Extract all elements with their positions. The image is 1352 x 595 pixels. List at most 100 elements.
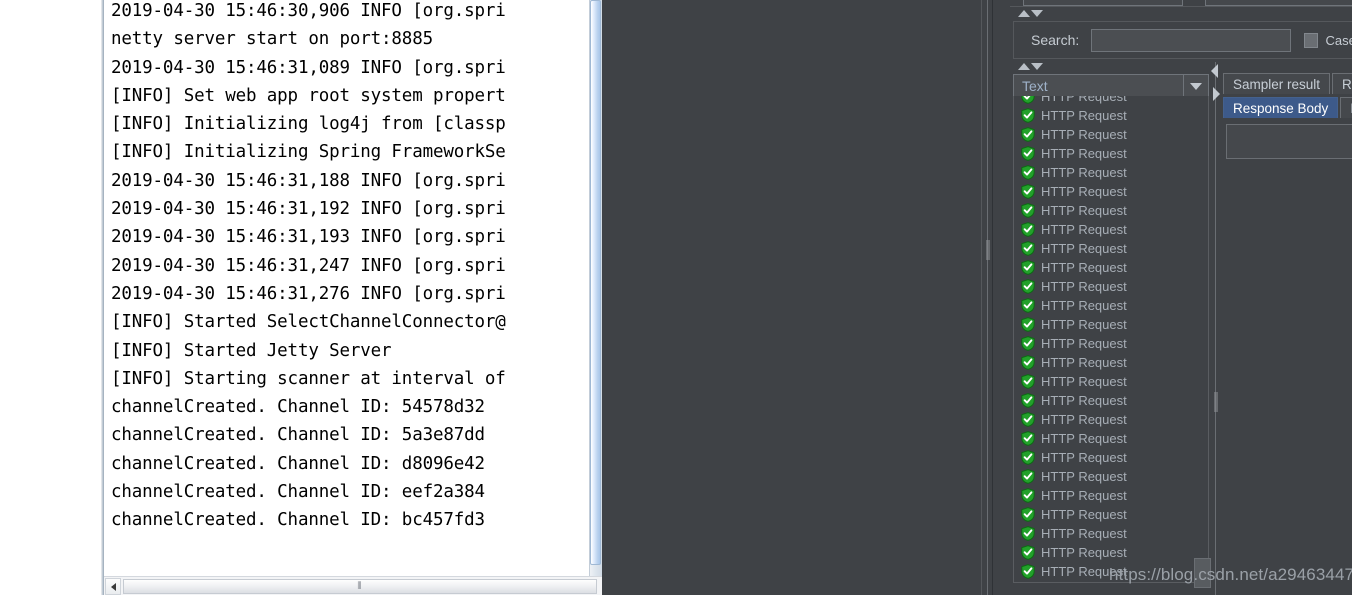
response-body-content[interactable] bbox=[1223, 167, 1352, 595]
collapse-up-arrow-icon[interactable] bbox=[1018, 9, 1030, 17]
tabrow-primary: Sampler resultReque bbox=[1223, 72, 1352, 94]
inner-splitter-grip-icon[interactable] bbox=[1214, 392, 1218, 412]
scroll-thumb-grip-icon: ⦀ bbox=[357, 580, 363, 592]
tabrow-secondary: Response BodyResp bbox=[1223, 96, 1352, 118]
tree-row[interactable]: HTTP Request bbox=[1014, 220, 1208, 239]
console-vertical-scroll-thumb[interactable] bbox=[590, 0, 601, 565]
success-shield-icon bbox=[1021, 412, 1035, 427]
tree-row[interactable]: HTTP Request bbox=[1014, 96, 1208, 106]
results-inner-splitter[interactable] bbox=[1209, 62, 1223, 595]
success-shield-icon bbox=[1021, 317, 1035, 332]
case-sensitive-checkbox[interactable] bbox=[1304, 32, 1318, 48]
console-log-line: 2019-04-30 15:46:31,089 INFO [org.spri bbox=[111, 57, 506, 78]
tab-sampler-result[interactable]: Sampler result bbox=[1223, 73, 1331, 94]
tab-reque[interactable]: Reque bbox=[1332, 73, 1352, 94]
success-shield-icon bbox=[1021, 469, 1035, 484]
scroll-left-arrow-icon[interactable] bbox=[105, 578, 121, 595]
success-shield-icon bbox=[1021, 393, 1035, 408]
collapse-expand-bar-top[interactable] bbox=[1010, 6, 1352, 19]
tree-row-label: HTTP Request bbox=[1041, 96, 1127, 104]
tree-row[interactable]: HTTP Request bbox=[1014, 144, 1208, 163]
tree-row[interactable]: HTTP Request bbox=[1014, 448, 1208, 467]
tree-row[interactable]: HTTP Request bbox=[1014, 163, 1208, 182]
tree-row-label: HTTP Request bbox=[1041, 507, 1127, 522]
search-input[interactable] bbox=[1091, 28, 1292, 52]
success-shield-icon bbox=[1021, 184, 1035, 199]
tree-row[interactable]: HTTP Request bbox=[1014, 524, 1208, 543]
tree-row[interactable]: HTTP Request bbox=[1014, 334, 1208, 353]
tree-row-label: HTTP Request bbox=[1041, 298, 1127, 313]
collapse-down-arrow-icon-2[interactable] bbox=[1031, 63, 1043, 70]
console-log-line: 2019-04-30 15:46:30,906 INFO [org.spri bbox=[111, 1, 506, 21]
tree-row[interactable]: HTTP Request bbox=[1014, 106, 1208, 125]
tree-row[interactable]: HTTP Request bbox=[1014, 467, 1208, 486]
tree-row[interactable]: HTTP Request bbox=[1014, 353, 1208, 372]
success-shield-icon bbox=[1021, 260, 1035, 275]
console-log-line: channelCreated. Channel ID: d8096e42 bbox=[111, 453, 485, 474]
collapse-down-arrow-icon[interactable] bbox=[1031, 9, 1043, 17]
tree-row-label: HTTP Request bbox=[1041, 469, 1127, 484]
tree-row[interactable]: HTTP Request bbox=[1014, 391, 1208, 410]
tree-row-label: HTTP Request bbox=[1041, 412, 1127, 427]
success-shield-icon bbox=[1021, 507, 1035, 522]
tree-row[interactable]: HTTP Request bbox=[1014, 258, 1208, 277]
tree-row[interactable]: HTTP Request bbox=[1014, 201, 1208, 220]
console-horizontal-scroll-thumb[interactable]: ⦀ bbox=[123, 579, 597, 594]
tree-row[interactable]: HTTP Request bbox=[1014, 315, 1208, 334]
console-log-line: [INFO] Set web app root system propert bbox=[111, 85, 506, 106]
tree-row-label: HTTP Request bbox=[1041, 355, 1127, 370]
tree-row[interactable]: HTTP Request bbox=[1014, 125, 1208, 144]
success-shield-icon bbox=[1021, 146, 1035, 161]
collapse-up-arrow-icon-2[interactable] bbox=[1018, 63, 1030, 70]
tree-row-label: HTTP Request bbox=[1041, 184, 1127, 199]
case-sensitive-label: Case bbox=[1325, 32, 1352, 48]
tree-row[interactable]: HTTP Request bbox=[1014, 277, 1208, 296]
tree-row[interactable]: HTTP Request bbox=[1014, 410, 1208, 429]
tree-row-label: HTTP Request bbox=[1041, 393, 1127, 408]
success-shield-icon bbox=[1021, 96, 1035, 104]
tree-row[interactable]: HTTP Request bbox=[1014, 372, 1208, 391]
chevron-down-icon[interactable] bbox=[1183, 75, 1208, 97]
console-horizontal-scrollbar[interactable]: ⦀ bbox=[104, 576, 602, 595]
tree-row[interactable]: HTTP Request bbox=[1014, 543, 1208, 562]
tree-row[interactable]: HTTP Request bbox=[1014, 239, 1208, 258]
console-log-line: 2019-04-30 15:46:31,192 INFO [org.spri bbox=[111, 199, 506, 220]
results-tree-list[interactable]: HTTP Request HTTP Request HTTP Request HTTP… bbox=[1013, 96, 1209, 583]
tree-row-label: HTTP Request bbox=[1041, 165, 1127, 180]
tree-row-label: HTTP Request bbox=[1041, 450, 1127, 465]
collapse-left-arrow-icon[interactable] bbox=[1211, 64, 1218, 78]
console-log-line: netty server start on port:8885 bbox=[111, 29, 433, 50]
tree-row-label: HTTP Request bbox=[1041, 108, 1127, 123]
tree-row[interactable]: HTTP Request bbox=[1014, 486, 1208, 505]
success-shield-icon bbox=[1021, 108, 1035, 123]
collapse-right-arrow-icon[interactable] bbox=[1213, 87, 1220, 101]
success-shield-icon bbox=[1021, 203, 1035, 218]
tree-row[interactable]: HTTP Request bbox=[1014, 505, 1208, 524]
success-shield-icon bbox=[1021, 279, 1035, 294]
inner-splitter-line bbox=[1215, 62, 1216, 595]
success-shield-icon bbox=[1021, 336, 1035, 351]
console-output-panel[interactable]: 2019-04-30 15:46:30,906 INFO [org.spri ne… bbox=[104, 0, 602, 595]
search-bar: Search: Case bbox=[1013, 21, 1352, 59]
render-type-dropdown[interactable]: Text bbox=[1013, 74, 1209, 98]
tree-row[interactable]: HTTP Request bbox=[1014, 182, 1208, 201]
success-shield-icon bbox=[1021, 545, 1035, 560]
tree-row[interactable]: HTTP Request bbox=[1014, 296, 1208, 315]
success-shield-icon bbox=[1021, 222, 1035, 237]
tree-row-label: HTTP Request bbox=[1041, 127, 1127, 142]
tree-row-label: HTTP Request bbox=[1041, 488, 1127, 503]
splitter-grip-icon[interactable] bbox=[986, 240, 990, 260]
console-log-line: channelCreated. Channel ID: bc457fd3 bbox=[111, 510, 485, 531]
app-window: 2019-04-30 15:46:30,906 INFO [org.spri ne… bbox=[0, 0, 1352, 595]
console-log-line: channelCreated. Channel ID: 5a3e87dd bbox=[111, 425, 485, 446]
response-search-field[interactable] bbox=[1226, 124, 1352, 159]
console-log-line: 2019-04-30 15:46:31,188 INFO [org.spri bbox=[111, 170, 506, 191]
console-log-line: channelCreated. Channel ID: 54578d32 bbox=[111, 397, 485, 418]
splitter-line-secondary bbox=[992, 0, 993, 595]
main-vertical-splitter[interactable] bbox=[981, 0, 1006, 595]
tab-response-body[interactable]: Response Body bbox=[1223, 97, 1339, 118]
success-shield-icon bbox=[1021, 127, 1035, 142]
tab-resp[interactable]: Resp bbox=[1340, 97, 1352, 118]
tree-row[interactable]: HTTP Request bbox=[1014, 429, 1208, 448]
render-type-value: Text bbox=[1022, 78, 1048, 94]
